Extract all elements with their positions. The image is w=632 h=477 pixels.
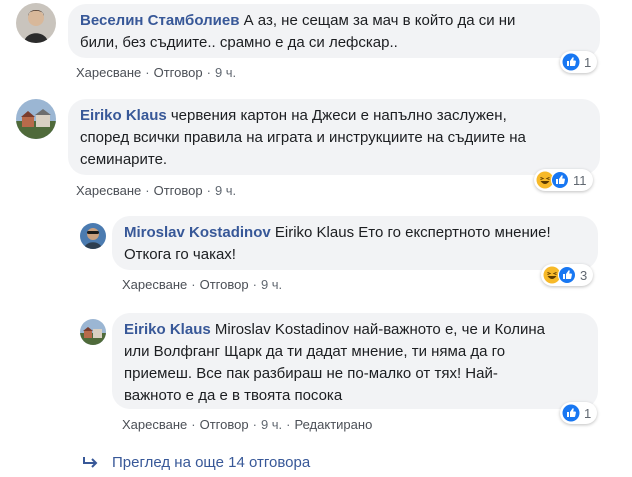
comment-actions: Харесване · Отговор · 9 ч. bbox=[76, 65, 237, 80]
avatar[interactable] bbox=[80, 223, 106, 249]
reply-button[interactable]: Отговор bbox=[200, 417, 249, 432]
reaction-summary[interactable]: 11 bbox=[534, 169, 593, 191]
comment-text: Eiriko Klaus Ето го експертното мнение! bbox=[270, 224, 551, 241]
reply-bubble: Miroslav Kostadinov Eiriko Klaus Ето го … bbox=[112, 216, 598, 270]
comment-text: или Волфганг Щарк да ти дадат мнение, ти… bbox=[124, 343, 506, 360]
comment-text: приемеш. Все пак разбираш не по-малко от… bbox=[124, 365, 498, 382]
view-more-replies-label: Преглед на още 14 отговора bbox=[112, 454, 311, 471]
comment-text: Miroslav Kostadinov най-важното е, че и … bbox=[210, 321, 546, 338]
view-more-replies-link[interactable]: Преглед на още 14 отговора bbox=[82, 454, 310, 471]
comment-author[interactable]: Miroslav Kostadinov bbox=[124, 224, 271, 241]
reaction-count: 11 bbox=[573, 172, 587, 188]
avatar[interactable] bbox=[80, 319, 106, 345]
comment-text: Откога го чаках! bbox=[124, 246, 236, 263]
like-icon bbox=[562, 404, 580, 422]
like-button[interactable]: Харесване bbox=[76, 65, 141, 80]
comment-text: били, без съдиите.. срамно е да си лефск… bbox=[80, 34, 398, 51]
reply-button[interactable]: Отговор bbox=[154, 65, 203, 80]
reply-arrow-icon bbox=[83, 456, 98, 468]
comment-author[interactable]: Eiriko Klaus bbox=[80, 107, 167, 124]
comment-bubble: Веселин Стамболиев А аз, не сещам за мач… bbox=[68, 4, 600, 58]
comment-author[interactable]: Eiriko Klaus bbox=[124, 321, 211, 338]
avatar[interactable] bbox=[16, 99, 56, 139]
reply-button[interactable]: Отговор bbox=[154, 183, 203, 198]
reaction-summary[interactable]: 1 bbox=[560, 402, 598, 424]
reply-button[interactable]: Отговор bbox=[200, 277, 249, 292]
edited-label[interactable]: Редактирано bbox=[295, 417, 373, 432]
reaction-count: 1 bbox=[584, 405, 592, 421]
like-icon bbox=[551, 171, 569, 189]
comment-actions: Харесване · Отговор · 9 ч. bbox=[122, 277, 283, 292]
reaction-summary[interactable]: 1 bbox=[560, 51, 598, 73]
comment-bubble: Eiriko Klaus червения картон на Джеси е … bbox=[68, 99, 600, 175]
comment-author[interactable]: Веселин Стамболиев bbox=[80, 12, 239, 29]
comment-text: червения картон на Джеси е напълно заслу… bbox=[166, 107, 507, 124]
timestamp[interactable]: 9 ч. bbox=[215, 65, 236, 80]
like-button[interactable]: Харесване bbox=[76, 183, 141, 198]
comment-actions: Харесване · Отговор · 9 ч. bbox=[76, 183, 237, 198]
timestamp[interactable]: 9 ч. bbox=[261, 277, 282, 292]
like-icon bbox=[558, 266, 576, 284]
like-icon bbox=[562, 53, 580, 71]
reaction-count: 1 bbox=[584, 54, 592, 70]
reaction-count: 3 bbox=[580, 267, 588, 283]
comment-text: важното е да е в твоята посока bbox=[124, 387, 343, 404]
avatar[interactable] bbox=[16, 3, 56, 43]
comment-text: А аз, не сещам за мач в който да си ни bbox=[239, 12, 516, 29]
timestamp[interactable]: 9 ч. bbox=[261, 417, 282, 432]
comment-text: семинарите. bbox=[80, 151, 168, 168]
comment-text: според всички правила на играта и инстру… bbox=[80, 129, 526, 146]
timestamp[interactable]: 9 ч. bbox=[215, 183, 236, 198]
like-button[interactable]: Харесване bbox=[122, 417, 187, 432]
comment-actions: Харесване · Отговор · 9 ч. · Редактирано bbox=[122, 417, 373, 432]
like-button[interactable]: Харесване bbox=[122, 277, 187, 292]
reply-bubble: Eiriko Klaus Miroslav Kostadinov най-важ… bbox=[112, 313, 598, 409]
reaction-summary[interactable]: 3 bbox=[541, 264, 594, 286]
